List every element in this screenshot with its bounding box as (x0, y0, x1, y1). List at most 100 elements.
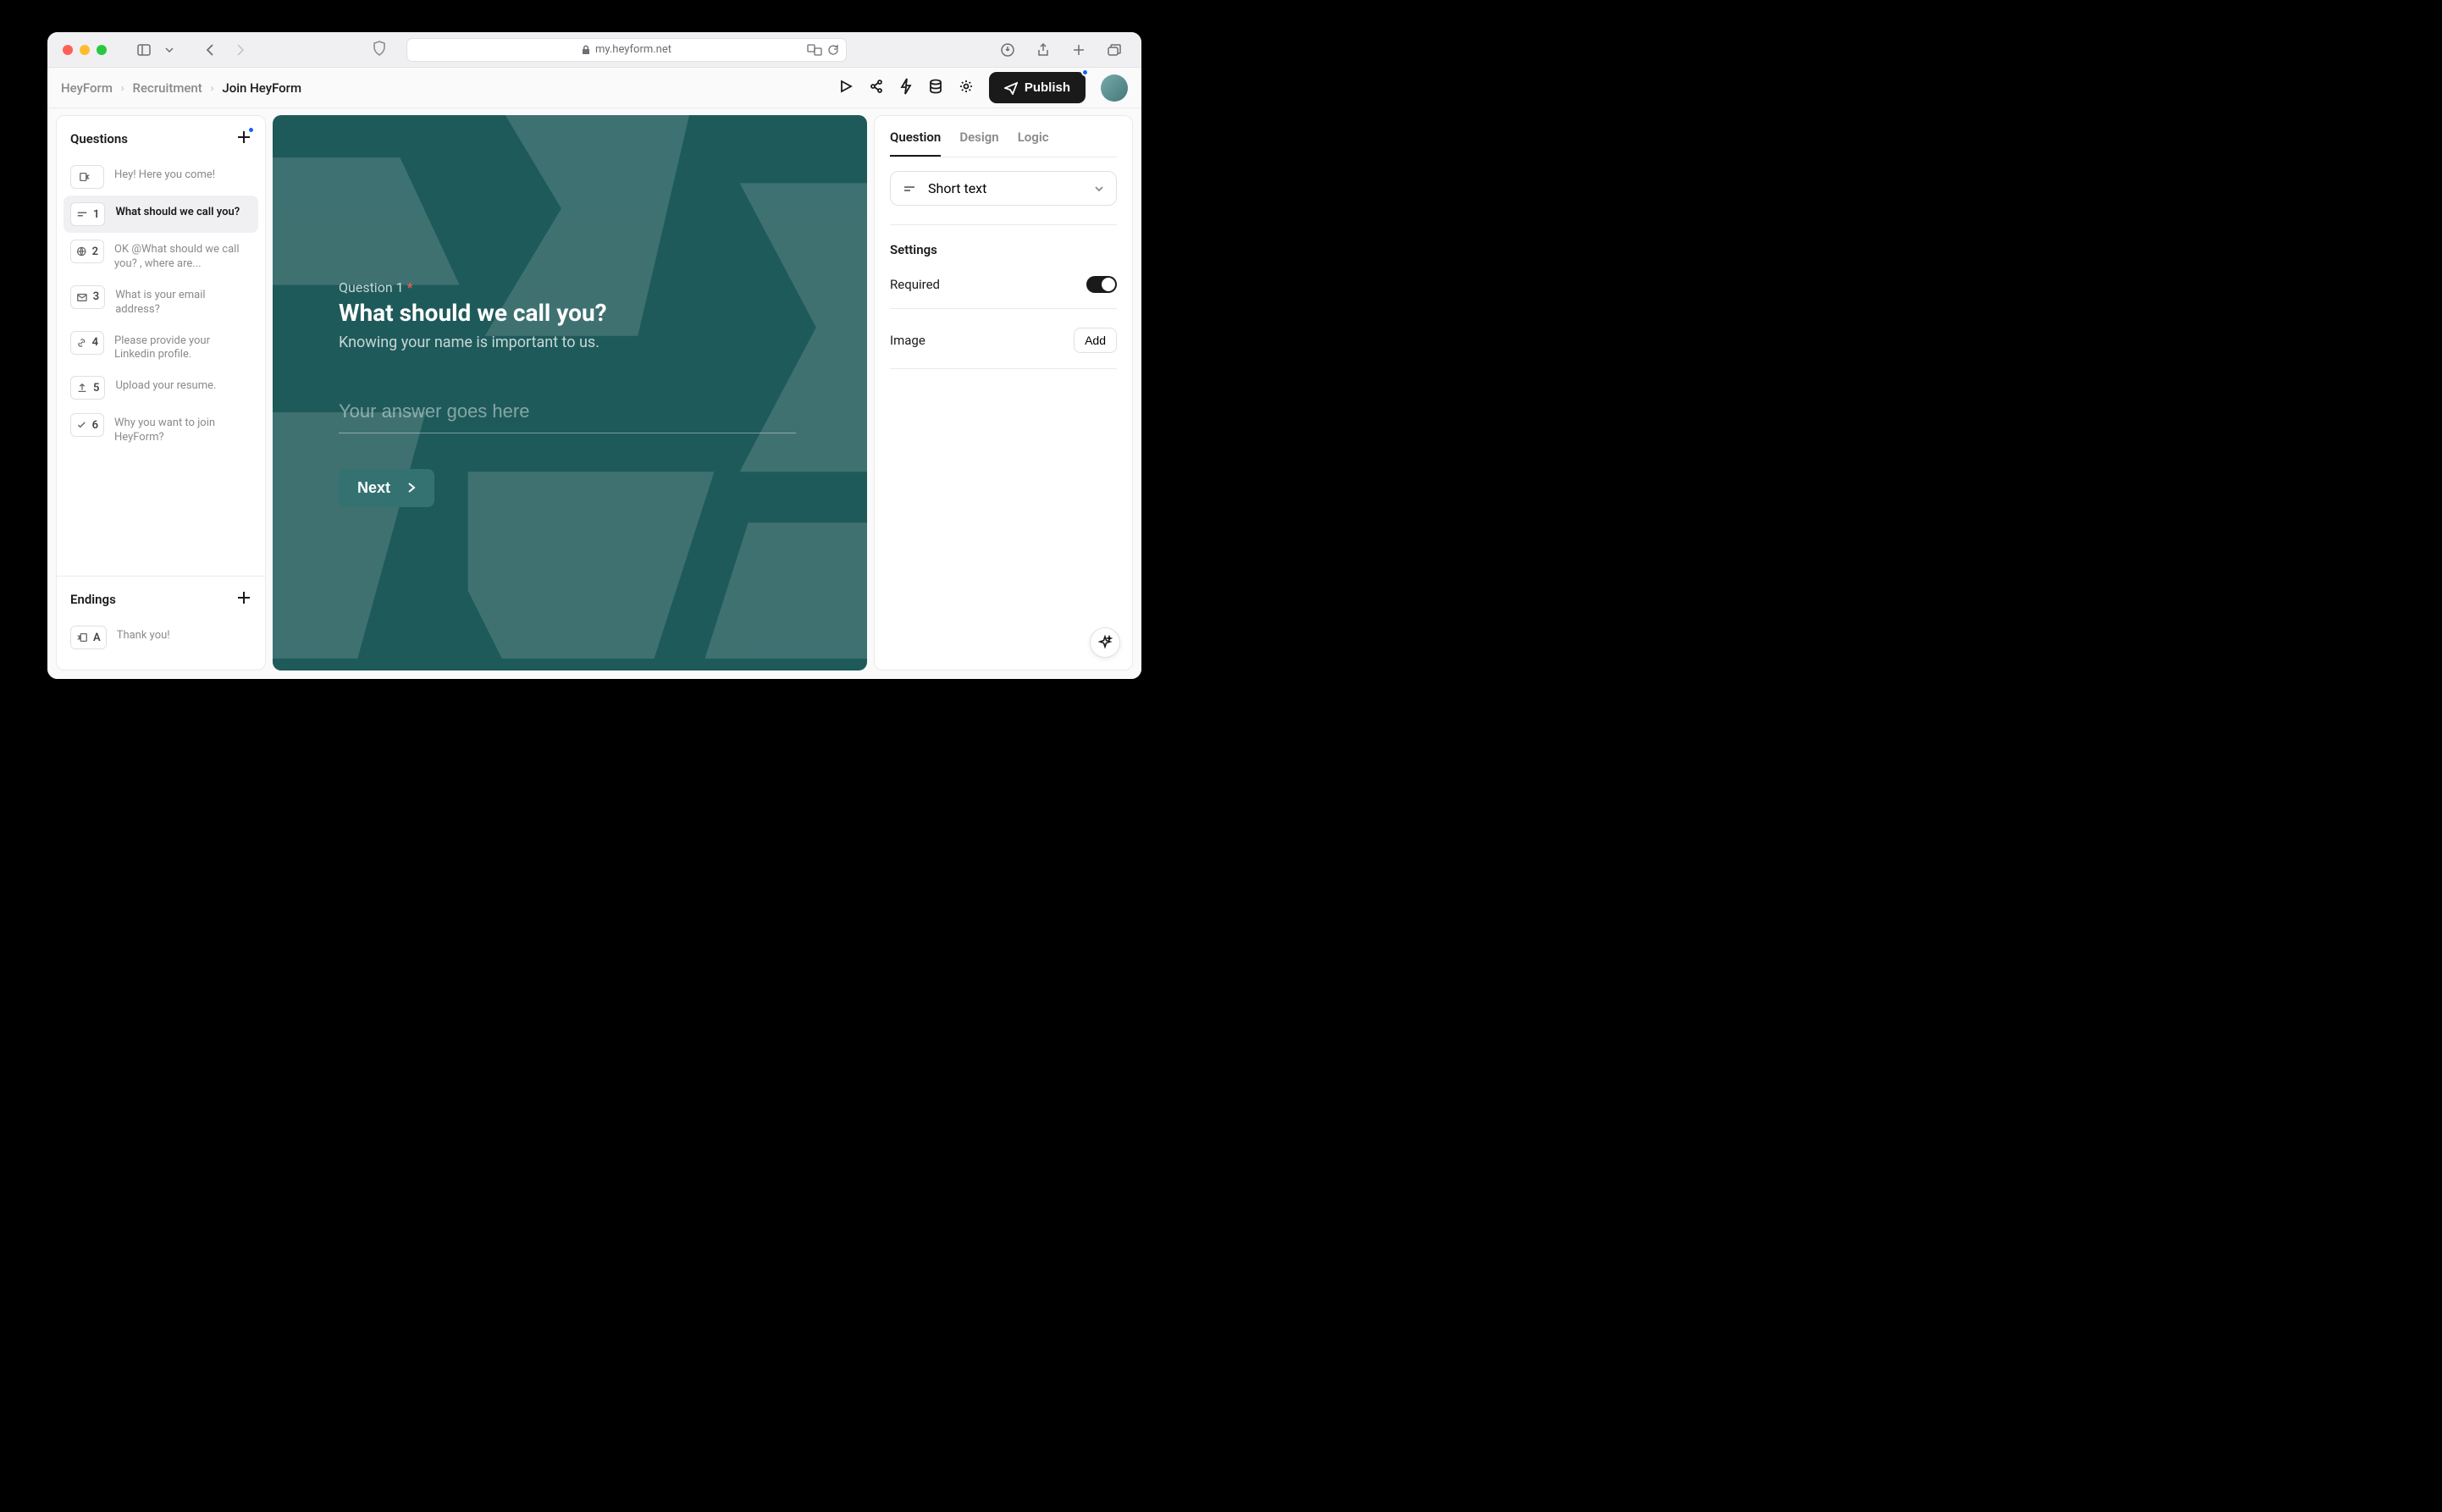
type-label: Short text (928, 180, 986, 196)
questions-list: Hey! Here you come! 1 What should we cal… (64, 158, 258, 452)
question-label: What is your email address? (115, 285, 251, 317)
question-item[interactable]: 2 OK @What should we call you? , where a… (64, 233, 258, 279)
chevron-right-icon: › (211, 82, 214, 94)
minimize-window-button[interactable] (80, 45, 90, 55)
welcome-icon (79, 171, 91, 183)
question-number: 1 (93, 208, 99, 221)
share-icon[interactable] (1031, 40, 1055, 60)
tab-question[interactable]: Question (890, 130, 941, 157)
forward-button[interactable] (229, 40, 252, 60)
form-preview-canvas: Question 1 * What should we call you? Kn… (273, 115, 867, 670)
email-icon (76, 291, 88, 303)
close-window-button[interactable] (63, 45, 73, 55)
ending-icon (76, 632, 88, 643)
maximize-window-button[interactable] (97, 45, 107, 55)
question-badge: 1 (70, 202, 105, 226)
share-form-button[interactable] (869, 79, 884, 97)
upload-icon (76, 382, 88, 394)
breadcrumb-parent[interactable]: Recruitment (133, 80, 202, 96)
breadcrumb-current: Join HeyForm (222, 80, 301, 96)
traffic-lights (63, 45, 107, 55)
globe-icon (76, 246, 87, 257)
chevron-down-icon (1094, 185, 1104, 192)
question-badge (70, 165, 104, 189)
settings-button[interactable] (959, 79, 974, 97)
question-description[interactable]: Knowing your name is important to us. (339, 334, 801, 351)
question-badge: 5 (70, 376, 105, 400)
sparkle-icon (1097, 635, 1113, 650)
next-label: Next (357, 479, 390, 497)
sidebar-toggle-icon[interactable] (132, 40, 156, 60)
ending-item[interactable]: A Thank you! (64, 619, 258, 656)
new-tab-icon[interactable] (1067, 40, 1091, 60)
ending-letter: A (93, 632, 101, 644)
reload-icon[interactable] (827, 44, 839, 56)
question-item[interactable]: Hey! Here you come! (64, 158, 258, 196)
back-button[interactable] (198, 40, 222, 60)
app-header: HeyForm › Recruitment › Join HeyForm (47, 68, 1141, 108)
notification-dot (247, 126, 255, 134)
tabs-icon[interactable] (1102, 40, 1126, 60)
question-number: 5 (93, 382, 99, 395)
question-number: 3 (93, 290, 99, 303)
browser-chrome: my.heyform.net (47, 32, 1141, 68)
lock-icon (582, 45, 590, 55)
ai-assist-button[interactable] (1090, 627, 1120, 658)
notification-dot (1081, 69, 1089, 76)
question-item[interactable]: 6 Why you want to join HeyForm? (64, 406, 258, 452)
settings-title: Settings (890, 224, 1117, 257)
publish-label: Publish (1025, 80, 1070, 95)
ending-label: Thank you! (117, 626, 170, 643)
avatar[interactable] (1101, 74, 1128, 102)
url-text: my.heyform.net (595, 43, 671, 56)
question-type-select[interactable]: Short text (890, 171, 1117, 206)
question-label: Please provide your Linkedin profile. (114, 331, 251, 363)
question-item[interactable]: 4 Please provide your Linkedin profile. (64, 324, 258, 370)
question-badge: 3 (70, 285, 105, 309)
question-badge: 2 (70, 240, 104, 263)
publish-button[interactable]: Publish (989, 72, 1086, 103)
add-ending-button[interactable] (236, 590, 251, 609)
integrations-button[interactable] (899, 78, 913, 98)
send-icon (1004, 81, 1018, 95)
preview-button[interactable] (838, 79, 854, 97)
question-item[interactable]: 5 Upload your resume. (64, 369, 258, 406)
question-item[interactable]: 3 What is your email address? (64, 279, 258, 324)
inspector-panel: Question Design Logic Short text Setting… (874, 115, 1133, 670)
breadcrumb-root[interactable]: HeyForm (61, 80, 113, 96)
address-bar[interactable]: my.heyform.net (406, 38, 847, 62)
short-text-icon (903, 182, 916, 196)
question-badge: 4 (70, 331, 104, 355)
question-label: Hey! Here you come! (114, 165, 215, 183)
chevron-right-icon (407, 482, 416, 494)
required-toggle[interactable] (1086, 276, 1117, 293)
question-item[interactable]: 1 What should we call you? (64, 196, 258, 233)
translate-icon[interactable] (807, 44, 822, 56)
add-image-button[interactable]: Add (1074, 328, 1117, 353)
privacy-shield-icon[interactable] (373, 41, 386, 59)
dropdown-icon[interactable] (157, 40, 181, 60)
question-number-label: Question 1 * (339, 279, 801, 295)
ending-badge: A (70, 626, 107, 649)
short-text-icon (76, 208, 88, 220)
question-number: 2 (92, 246, 98, 258)
tab-logic[interactable]: Logic (1018, 130, 1049, 157)
chevron-right-icon: › (121, 82, 124, 94)
next-button[interactable]: Next (339, 469, 434, 507)
required-label: Required (890, 277, 940, 292)
downloads-icon[interactable] (996, 40, 1019, 60)
question-number: 6 (92, 419, 98, 432)
link-icon (76, 337, 87, 349)
question-title[interactable]: What should we call you? (339, 299, 801, 327)
question-number: 4 (92, 336, 98, 349)
results-button[interactable] (928, 79, 943, 97)
answer-input[interactable] (339, 394, 796, 433)
question-label: Why you want to join HeyForm? (114, 413, 251, 445)
check-icon (76, 419, 87, 431)
questions-sidebar: Questions Hey! Here you come! (56, 115, 266, 670)
add-question-button[interactable] (236, 130, 251, 148)
question-label: What should we call you? (115, 202, 240, 220)
question-label: Upload your resume. (115, 376, 216, 394)
tab-design[interactable]: Design (959, 130, 998, 157)
image-label: Image (890, 333, 925, 348)
